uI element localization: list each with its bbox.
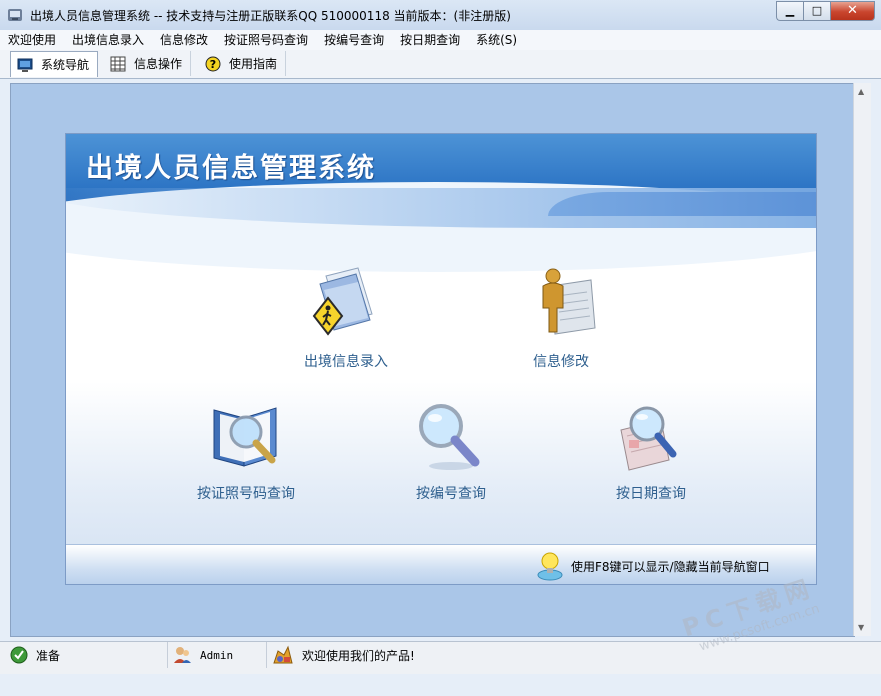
title-bar: 出境人员信息管理系统 -- 技术支持与注册正版联系QQ 510000118 当前… [0, 0, 881, 31]
book-magnifier-icon [213, 407, 277, 467]
status-ready-icon [10, 646, 28, 664]
status-ready-text: 准备 [36, 648, 61, 663]
nav-query-passport[interactable]: 按证照号码查询 [176, 400, 316, 503]
nav-query-date[interactable]: 按日期查询 [586, 400, 716, 503]
menu-item-welcome[interactable]: 欢迎使用 [0, 30, 64, 50]
monitor-icon [17, 58, 33, 72]
menu-bar: 欢迎使用 出境信息录入 信息修改 按证照号码查询 按编号查询 按日期查询 系统(… [0, 30, 881, 50]
lightbulb-icon [537, 552, 563, 581]
svg-text:?: ? [210, 58, 216, 71]
close-icon: ✕ [847, 3, 858, 18]
tab-label: 信息操作 [134, 57, 183, 71]
maximize-button[interactable]: □ [803, 1, 830, 21]
user-avatar-icon [174, 647, 191, 663]
tab-label: 使用指南 [229, 57, 278, 71]
hint-text: 使用F8键可以显示/隐藏当前导航窗口 [571, 560, 770, 574]
minimize-button[interactable]: ▁ [776, 1, 803, 21]
minimize-icon: ▁ [785, 4, 795, 17]
status-user-text: Admin [200, 648, 234, 662]
nav-info-edit[interactable]: 信息修改 [496, 262, 626, 371]
grid-icon [110, 56, 126, 71]
welcome-icon [273, 645, 293, 664]
menu-item-edit[interactable]: 信息修改 [152, 30, 216, 50]
help-icon: ? [205, 56, 221, 71]
tab-label: 系统导航 [41, 58, 90, 72]
nav-label: 按日期查询 [616, 486, 686, 502]
menu-item-entry[interactable]: 出境信息录入 [64, 30, 152, 50]
nav-exit-entry[interactable]: 出境信息录入 [276, 262, 416, 371]
folder-pedestrian-icon [312, 267, 373, 336]
status-user: Admin [172, 642, 267, 668]
nav-label: 出境信息录入 [304, 354, 388, 370]
nav-query-number[interactable]: 按编号查询 [386, 400, 516, 503]
panel-footer: 使用F8键可以显示/隐藏当前导航窗口 [66, 544, 816, 584]
status-message: 欢迎使用我们的产品! [272, 642, 692, 668]
tab-user-guide[interactable]: ? 使用指南 [199, 51, 287, 76]
status-message-text: 欢迎使用我们的产品! [302, 648, 415, 663]
menu-item-query-date[interactable]: 按日期查询 [392, 30, 468, 50]
nav-label: 按证照号码查询 [197, 486, 295, 502]
tab-bar: 系统导航 信息操作 ? 使用指南 [0, 50, 881, 79]
menu-item-query-number[interactable]: 按编号查询 [316, 30, 392, 50]
maximize-icon: □ [811, 4, 823, 17]
person-document-icon [542, 268, 596, 335]
tab-info-ops[interactable]: 信息操作 [104, 51, 192, 76]
calendar-magnifier-icon [620, 406, 677, 471]
magnifier-icon [419, 404, 480, 470]
app-icon [8, 9, 22, 21]
nav-label: 信息修改 [533, 354, 589, 370]
status-ready: 准备 [10, 642, 168, 668]
panel-banner: 出境人员信息管理系统 [66, 134, 816, 272]
tab-system-nav[interactable]: 系统导航 [10, 51, 99, 77]
nav-label: 按编号查询 [416, 486, 486, 502]
scroll-up-icon[interactable]: ▲ [858, 87, 864, 96]
close-button[interactable]: ✕ [830, 1, 875, 21]
menu-item-query-passport[interactable]: 按证照号码查询 [216, 30, 316, 50]
menu-item-system[interactable]: 系统(S) [468, 30, 525, 50]
panel-title: 出境人员信息管理系统 [86, 153, 376, 184]
navigation-panel: 出境人员信息管理系统 出境信息录入 信息修改 按证照号码查询 按编号查询 按日期… [65, 133, 817, 585]
window-title: 出境人员信息管理系统 -- 技术支持与注册正版联系QQ 510000118 当前… [30, 9, 511, 23]
